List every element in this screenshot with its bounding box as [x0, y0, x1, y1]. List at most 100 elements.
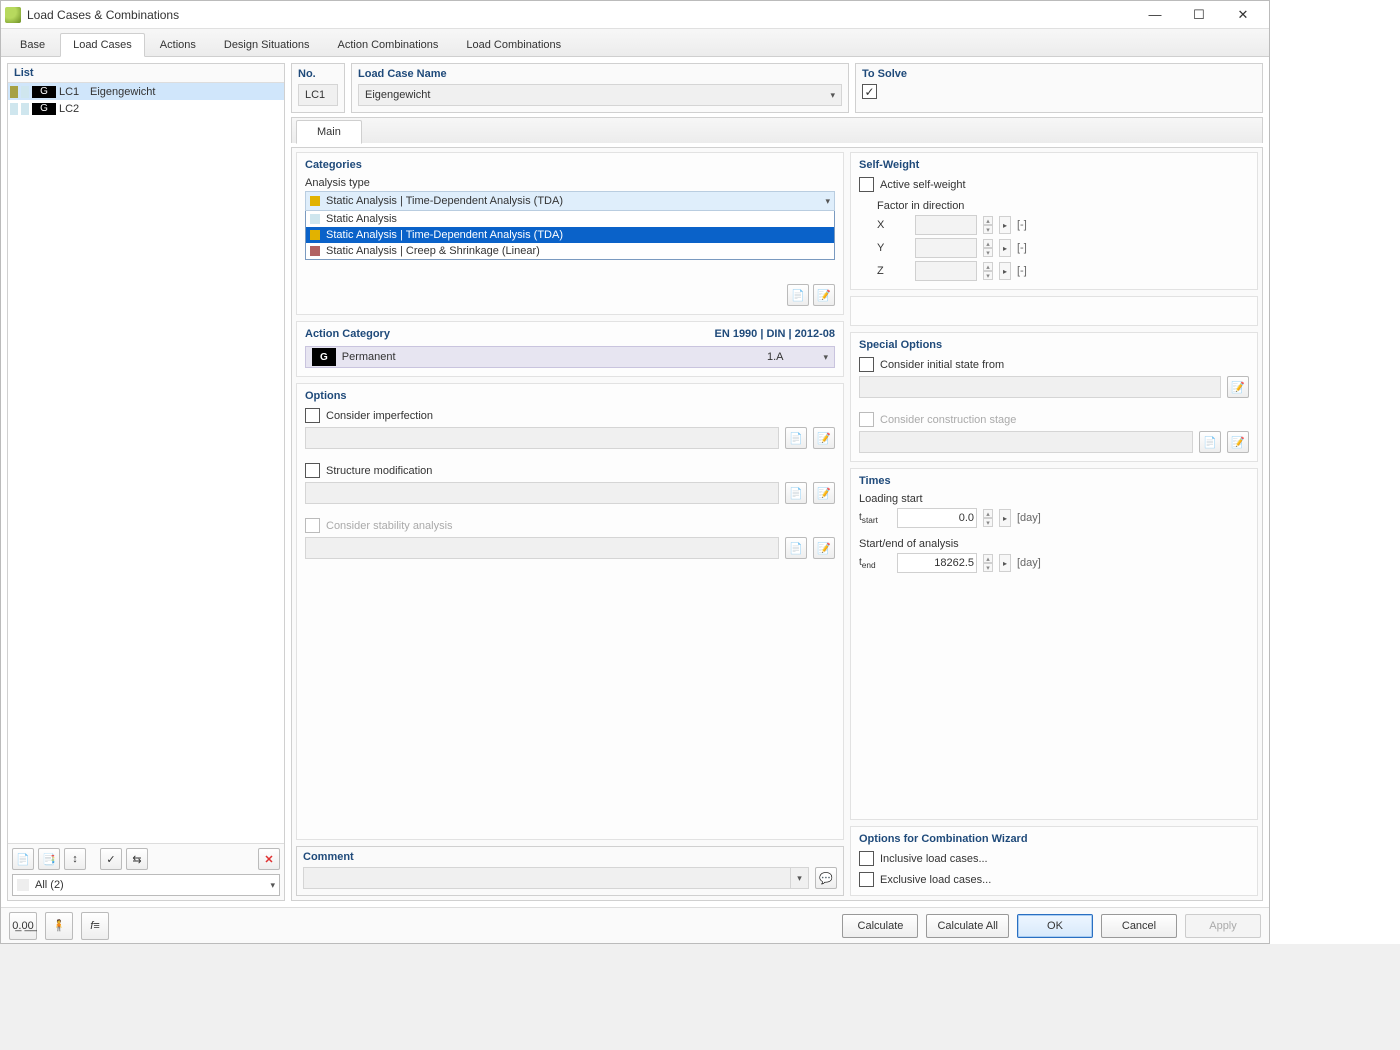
special-options-section: Special Options Consider initial state f…: [850, 332, 1258, 462]
calculate-button[interactable]: Calculate: [842, 914, 918, 938]
dropdown-option[interactable]: Static Analysis: [306, 211, 834, 227]
new-icon[interactable]: 📄: [785, 482, 807, 504]
solve-field: To Solve ✓: [855, 63, 1263, 113]
cancel-button[interactable]: Cancel: [1101, 914, 1177, 938]
action-category-select[interactable]: G Permanent 1.A ▾: [305, 346, 835, 368]
option-imperfection: Consider imperfection: [305, 408, 835, 423]
tab-main[interactable]: Main: [296, 120, 362, 144]
factor-y-input[interactable]: [915, 238, 977, 258]
load-case-list[interactable]: G LC1 Eigengewicht G LC2: [8, 83, 284, 843]
structure-mod-checkbox[interactable]: [305, 463, 320, 478]
inner-tabs: Main: [291, 117, 1263, 143]
list-item[interactable]: G LC1 Eigengewicht: [8, 83, 284, 100]
option-label: Consider stability analysis: [326, 520, 453, 532]
apply-button: Apply: [1185, 914, 1261, 938]
active-self-weight-checkbox[interactable]: [859, 177, 874, 192]
calculate-all-button[interactable]: Calculate All: [926, 914, 1009, 938]
construction-stage-label: Consider construction stage: [880, 414, 1016, 426]
content-area: List G LC1 Eigengewicht G LC2: [1, 57, 1269, 907]
units-icon[interactable]: 0̲.0̲0̲: [9, 912, 37, 940]
edit-icon[interactable]: 📝: [813, 427, 835, 449]
new-icon[interactable]: 📄: [12, 848, 34, 870]
play-icon[interactable]: ▸: [999, 509, 1011, 527]
dropdown-option[interactable]: Static Analysis | Time-Dependent Analysi…: [306, 227, 834, 243]
self-weight-title: Self-Weight: [859, 159, 1249, 171]
sort-icon[interactable]: ↕: [64, 848, 86, 870]
spinner-icon[interactable]: ▴▾: [983, 554, 993, 572]
unit-label: [day]: [1017, 512, 1041, 524]
delete-icon[interactable]: ✕: [258, 848, 280, 870]
initial-state-label: Consider initial state from: [880, 359, 1004, 371]
tstart-input[interactable]: 0.0: [897, 508, 977, 528]
help-tree-icon[interactable]: 🧍: [45, 912, 73, 940]
play-icon[interactable]: ▸: [999, 554, 1011, 572]
close-button[interactable]: ✕: [1221, 2, 1265, 28]
play-icon[interactable]: ▸: [999, 239, 1011, 257]
spinner-icon[interactable]: ▴▾: [983, 262, 993, 280]
unit-label: [-]: [1017, 242, 1027, 254]
list-item[interactable]: G LC2: [8, 100, 284, 117]
name-input[interactable]: Eigengewicht▾: [358, 84, 842, 106]
structure-mod-input[interactable]: [305, 482, 779, 504]
initial-state-input[interactable]: [859, 376, 1221, 398]
comment-attach-icon[interactable]: 💬: [815, 867, 837, 889]
toggle-icon[interactable]: ⇆: [126, 848, 148, 870]
no-input[interactable]: LC1: [298, 84, 338, 106]
tab-base[interactable]: Base: [7, 33, 58, 57]
tab-action-combinations[interactable]: Action Combinations: [324, 33, 451, 57]
chevron-down-icon: ▾: [790, 868, 808, 888]
edit-icon[interactable]: 📝: [1227, 376, 1249, 398]
edit-icon[interactable]: 📝: [813, 482, 835, 504]
name-field: Load Case Name Eigengewicht▾: [351, 63, 849, 113]
dir-y-label: Y: [877, 242, 909, 254]
stability-input: [305, 537, 779, 559]
edit-icon[interactable]: 📝: [1227, 431, 1249, 453]
comment-input[interactable]: ▾: [303, 867, 809, 889]
initial-state-checkbox[interactable]: [859, 357, 874, 372]
filter-label: All (2): [35, 879, 64, 891]
tab-load-cases[interactable]: Load Cases: [60, 33, 145, 57]
self-weight-section: Self-Weight Active self-weight Factor in…: [850, 152, 1258, 290]
start-end-label: Start/end of analysis: [859, 538, 1249, 550]
new-setting-icon[interactable]: 📄: [787, 284, 809, 306]
tab-load-combinations[interactable]: Load Combinations: [453, 33, 574, 57]
edit-setting-icon[interactable]: 📝: [813, 284, 835, 306]
factor-z-input[interactable]: [915, 261, 977, 281]
new-icon[interactable]: 📄: [785, 537, 807, 559]
play-icon[interactable]: ▸: [999, 216, 1011, 234]
construction-stage-input: [859, 431, 1193, 453]
solve-checkbox[interactable]: ✓: [862, 84, 877, 99]
copy-icon[interactable]: 📑: [38, 848, 60, 870]
action-category-code: 1.A: [767, 351, 784, 363]
spinner-icon[interactable]: ▴▾: [983, 216, 993, 234]
ok-button[interactable]: OK: [1017, 914, 1093, 938]
active-self-weight-label: Active self-weight: [880, 179, 966, 191]
action-category-label: Permanent: [342, 351, 396, 363]
maximize-button[interactable]: ☐: [1177, 2, 1221, 28]
tab-design-situations[interactable]: Design Situations: [211, 33, 323, 57]
exclusive-checkbox[interactable]: [859, 872, 874, 887]
tab-actions[interactable]: Actions: [147, 33, 209, 57]
imperfection-checkbox[interactable]: [305, 408, 320, 423]
standard-label: EN 1990 | DIN | 2012-08: [714, 328, 835, 340]
function-icon[interactable]: f≡: [81, 912, 109, 940]
analysis-type-dropdown[interactable]: Static Analysis | Time-Dependent Analysi…: [305, 191, 835, 260]
analysis-type-options: Static Analysis Static Analysis | Time-D…: [305, 211, 835, 260]
play-icon[interactable]: ▸: [999, 262, 1011, 280]
imperfection-input[interactable]: [305, 427, 779, 449]
minimize-button[interactable]: —: [1133, 2, 1177, 28]
spinner-icon[interactable]: ▴▾: [983, 239, 993, 257]
list-toolbar: 📄 📑 ↕ ✓ ⇆ ✕ All (2) ▾: [8, 843, 284, 900]
check-icon[interactable]: ✓: [100, 848, 122, 870]
factor-x-input[interactable]: [915, 215, 977, 235]
dropdown-option[interactable]: Static Analysis | Creep & Shrinkage (Lin…: [306, 243, 834, 259]
list-name: Eigengewicht: [90, 86, 282, 98]
inclusive-checkbox[interactable]: [859, 851, 874, 866]
spinner-icon[interactable]: ▴▾: [983, 509, 993, 527]
new-icon[interactable]: 📄: [785, 427, 807, 449]
new-icon[interactable]: 📄: [1199, 431, 1221, 453]
edit-icon[interactable]: 📝: [813, 537, 835, 559]
tend-input[interactable]: 18262.5: [897, 553, 977, 573]
filter-select[interactable]: All (2) ▾: [12, 874, 280, 896]
options-section: Options Consider imperfection 📄 📝: [296, 383, 844, 840]
